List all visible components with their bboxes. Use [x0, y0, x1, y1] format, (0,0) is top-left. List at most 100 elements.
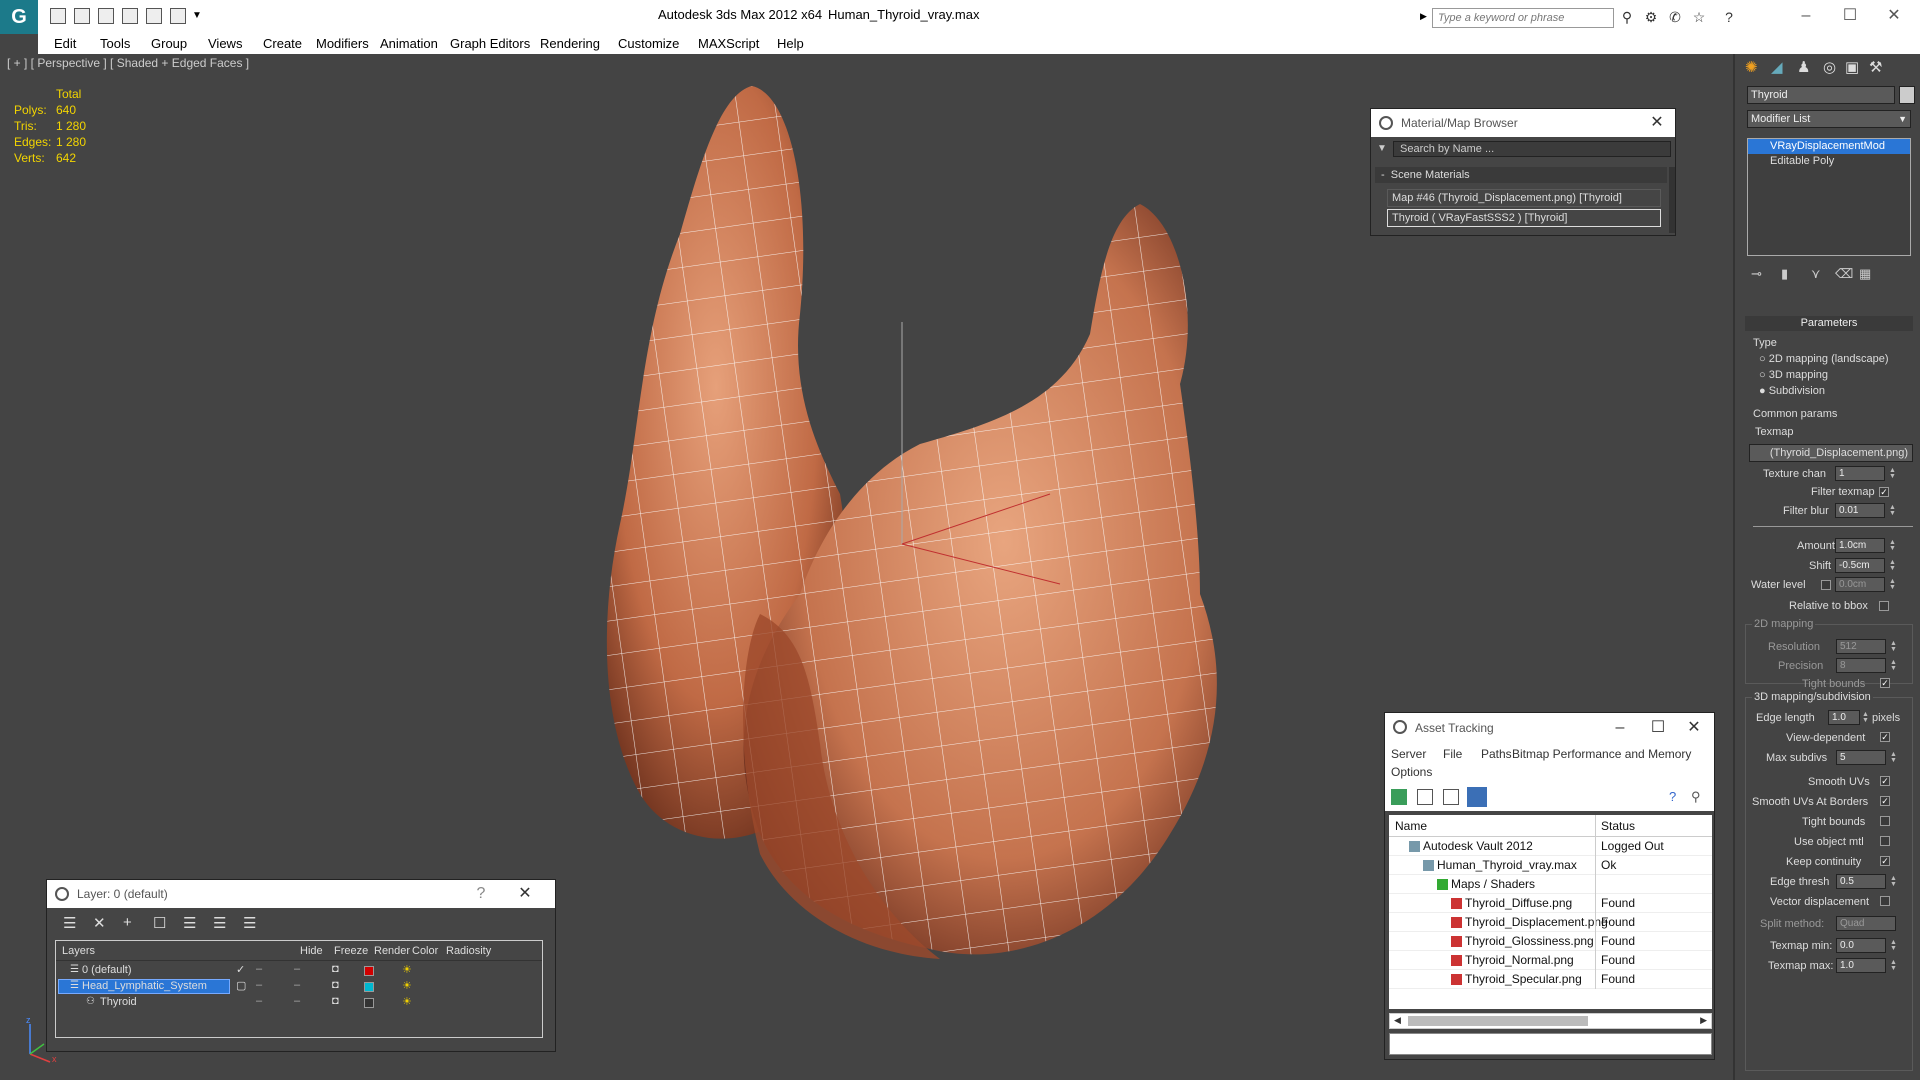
layer-color-swatch[interactable]: [364, 998, 374, 1008]
modify-tab-icon[interactable]: ◢: [1771, 58, 1783, 76]
freeze-toggle[interactable]: –: [294, 979, 300, 991]
delete-layer-icon[interactable]: ✕: [93, 914, 106, 932]
asset-path-field[interactable]: [1389, 1033, 1712, 1055]
water-level-input[interactable]: 0.0cm: [1835, 577, 1885, 592]
modifier-list-dropdown[interactable]: Modifier List ▼: [1747, 110, 1911, 128]
highlight-layer-icon[interactable]: ☰: [183, 914, 196, 932]
asset-row[interactable]: Thyroid_Displacement.png Found: [1389, 913, 1712, 932]
menu-edit[interactable]: Edit: [54, 36, 76, 51]
stack-item-editable-poly[interactable]: Editable Poly: [1748, 154, 1910, 169]
spinner-icon[interactable]: ▲ ▼: [1889, 467, 1896, 480]
texture-chan-input[interactable]: 1: [1835, 466, 1885, 481]
water-level-checkbox[interactable]: [1821, 580, 1831, 590]
menu-animation[interactable]: Animation: [380, 36, 438, 51]
add-to-layer-icon[interactable]: +: [123, 914, 132, 931]
smooth-uvs-borders-checkbox[interactable]: ✓: [1880, 796, 1890, 806]
subscription-icon[interactable]: ⚙: [1642, 9, 1660, 25]
menu-group[interactable]: Group: [151, 36, 187, 51]
stack-item-vray-displacement[interactable]: VRayDisplacementMod: [1748, 139, 1910, 154]
split-method-dropdown[interactable]: Quad: [1836, 916, 1896, 931]
create-tab-icon[interactable]: ✺: [1745, 58, 1758, 76]
close-icon[interactable]: ✕: [1874, 4, 1914, 28]
spinner-icon[interactable]: ▲ ▼: [1890, 751, 1897, 764]
search-dropdown-icon[interactable]: ▼: [1377, 143, 1387, 154]
freeze-toggle[interactable]: –: [294, 963, 300, 975]
open-file-icon[interactable]: [50, 8, 66, 24]
asset-hscrollbar[interactable]: ◀ ▶: [1389, 1013, 1712, 1029]
asset-menu-file[interactable]: File: [1443, 747, 1462, 761]
filter-texmap-checkbox[interactable]: ✓: [1879, 487, 1889, 497]
material-search-input[interactable]: Search by Name ...: [1393, 141, 1671, 157]
layer-window-titlebar[interactable]: Layer: 0 (default) ? ✕: [47, 880, 555, 908]
layer-color-swatch[interactable]: [364, 982, 374, 992]
menu-modifiers[interactable]: Modifiers: [316, 36, 369, 51]
maximize-icon[interactable]: ☐: [1830, 4, 1870, 28]
menu-customize[interactable]: Customize: [618, 36, 679, 51]
asset-row[interactable]: Thyroid_Specular.png Found: [1389, 970, 1712, 989]
help-icon[interactable]: ?: [1669, 789, 1676, 804]
list-view-icon[interactable]: [1417, 789, 1433, 805]
use-object-mtl-checkbox[interactable]: [1880, 836, 1890, 846]
close-icon[interactable]: ✕: [1643, 109, 1671, 137]
material-item[interactable]: Map #46 (Thyroid_Displacement.png) [Thyr…: [1387, 189, 1661, 207]
material-item-selected[interactable]: Thyroid ( VRayFastSSS2 ) [Thyroid]: [1387, 209, 1661, 227]
spinner-icon[interactable]: ▲ ▼: [1889, 578, 1896, 591]
close-icon[interactable]: ✕: [1680, 713, 1708, 743]
fetch-icon[interactable]: [170, 8, 186, 24]
hide-all-icon[interactable]: ☰: [213, 914, 226, 932]
precision-input[interactable]: 8: [1836, 658, 1886, 673]
set-current-layer-icon[interactable]: ▢: [236, 979, 246, 992]
asset-row[interactable]: Thyroid_Glossiness.png Found: [1389, 932, 1712, 951]
undo-icon[interactable]: [98, 8, 114, 24]
material-scrollbar[interactable]: [1669, 167, 1675, 233]
asset-menu-server[interactable]: Server: [1391, 747, 1426, 761]
texmap-max-input[interactable]: 1.0: [1836, 958, 1886, 973]
scene-materials-header[interactable]: - Scene Materials: [1375, 167, 1667, 183]
help-button[interactable]: ?: [467, 880, 495, 908]
spinner-icon[interactable]: ▲ ▼: [1889, 559, 1896, 572]
asset-menu-bitmap[interactable]: Bitmap Performance and Memory: [1512, 747, 1691, 761]
tree-view-icon[interactable]: [1443, 789, 1459, 805]
column-name[interactable]: Name: [1395, 819, 1427, 833]
render-teapot-icon[interactable]: ◘: [332, 979, 339, 991]
render-teapot-icon[interactable]: ◘: [332, 963, 339, 975]
freeze-all-icon[interactable]: ☰: [243, 914, 256, 932]
minimize-icon[interactable]: –: [1786, 4, 1826, 28]
active-layer-check-icon[interactable]: ✓: [236, 963, 245, 976]
max-subdivs-input[interactable]: 5: [1836, 750, 1886, 765]
amount-input[interactable]: 1.0cm: [1835, 538, 1885, 553]
radiosity-icon[interactable]: ☀: [402, 979, 412, 992]
help-icon[interactable]: ?: [1720, 9, 1738, 25]
keep-continuity-checkbox[interactable]: ✓: [1880, 856, 1890, 866]
view-dependent-checkbox[interactable]: ✓: [1880, 732, 1890, 742]
menu-views[interactable]: Views: [208, 36, 242, 51]
spinner-icon[interactable]: ▲ ▼: [1862, 711, 1869, 724]
spinner-icon[interactable]: ▲ ▼: [1890, 875, 1897, 888]
filter-blur-input[interactable]: 0.01: [1835, 503, 1885, 518]
freeze-toggle[interactable]: –: [294, 995, 300, 1007]
close-icon[interactable]: ✕: [511, 880, 539, 908]
edge-thresh-input[interactable]: 0.5: [1836, 874, 1886, 889]
layer-row[interactable]: ☰ 0 (default) ✓ – – ◘ ☀: [56, 963, 428, 979]
search-input[interactable]: Type a keyword or phrase: [1432, 8, 1614, 28]
asset-row[interactable]: Thyroid_Normal.png Found: [1389, 951, 1712, 970]
select-objects-icon[interactable]: ☐: [153, 914, 166, 932]
communication-icon[interactable]: ✆: [1666, 9, 1684, 25]
tight-bounds-checkbox[interactable]: ✓: [1880, 678, 1890, 688]
display-tab-icon[interactable]: ▣: [1845, 58, 1859, 76]
motion-tab-icon[interactable]: ◎: [1823, 58, 1836, 76]
utilities-tab-icon[interactable]: ⚒: [1869, 58, 1882, 76]
column-layers[interactable]: Layers: [62, 945, 95, 957]
redo-icon[interactable]: [122, 8, 138, 24]
maximize-icon[interactable]: ☐: [1644, 713, 1672, 743]
configure-sets-icon[interactable]: ▦: [1859, 266, 1871, 282]
column-radiosity[interactable]: Radiosity: [446, 945, 491, 957]
layer-row[interactable]: ☰ Head_Lymphatic_System ▢ – – ◘ ☀: [56, 979, 428, 995]
spinner-icon[interactable]: ▲ ▼: [1890, 659, 1897, 672]
show-end-result-icon[interactable]: ▮: [1781, 266, 1788, 282]
edge-length-input[interactable]: 1.0: [1828, 710, 1860, 725]
asset-menu-paths[interactable]: Paths: [1481, 747, 1512, 761]
hide-toggle[interactable]: –: [256, 979, 262, 991]
pin-icon[interactable]: ⚲: [1691, 789, 1701, 805]
asset-row[interactable]: Thyroid_Diffuse.png Found: [1389, 894, 1712, 913]
